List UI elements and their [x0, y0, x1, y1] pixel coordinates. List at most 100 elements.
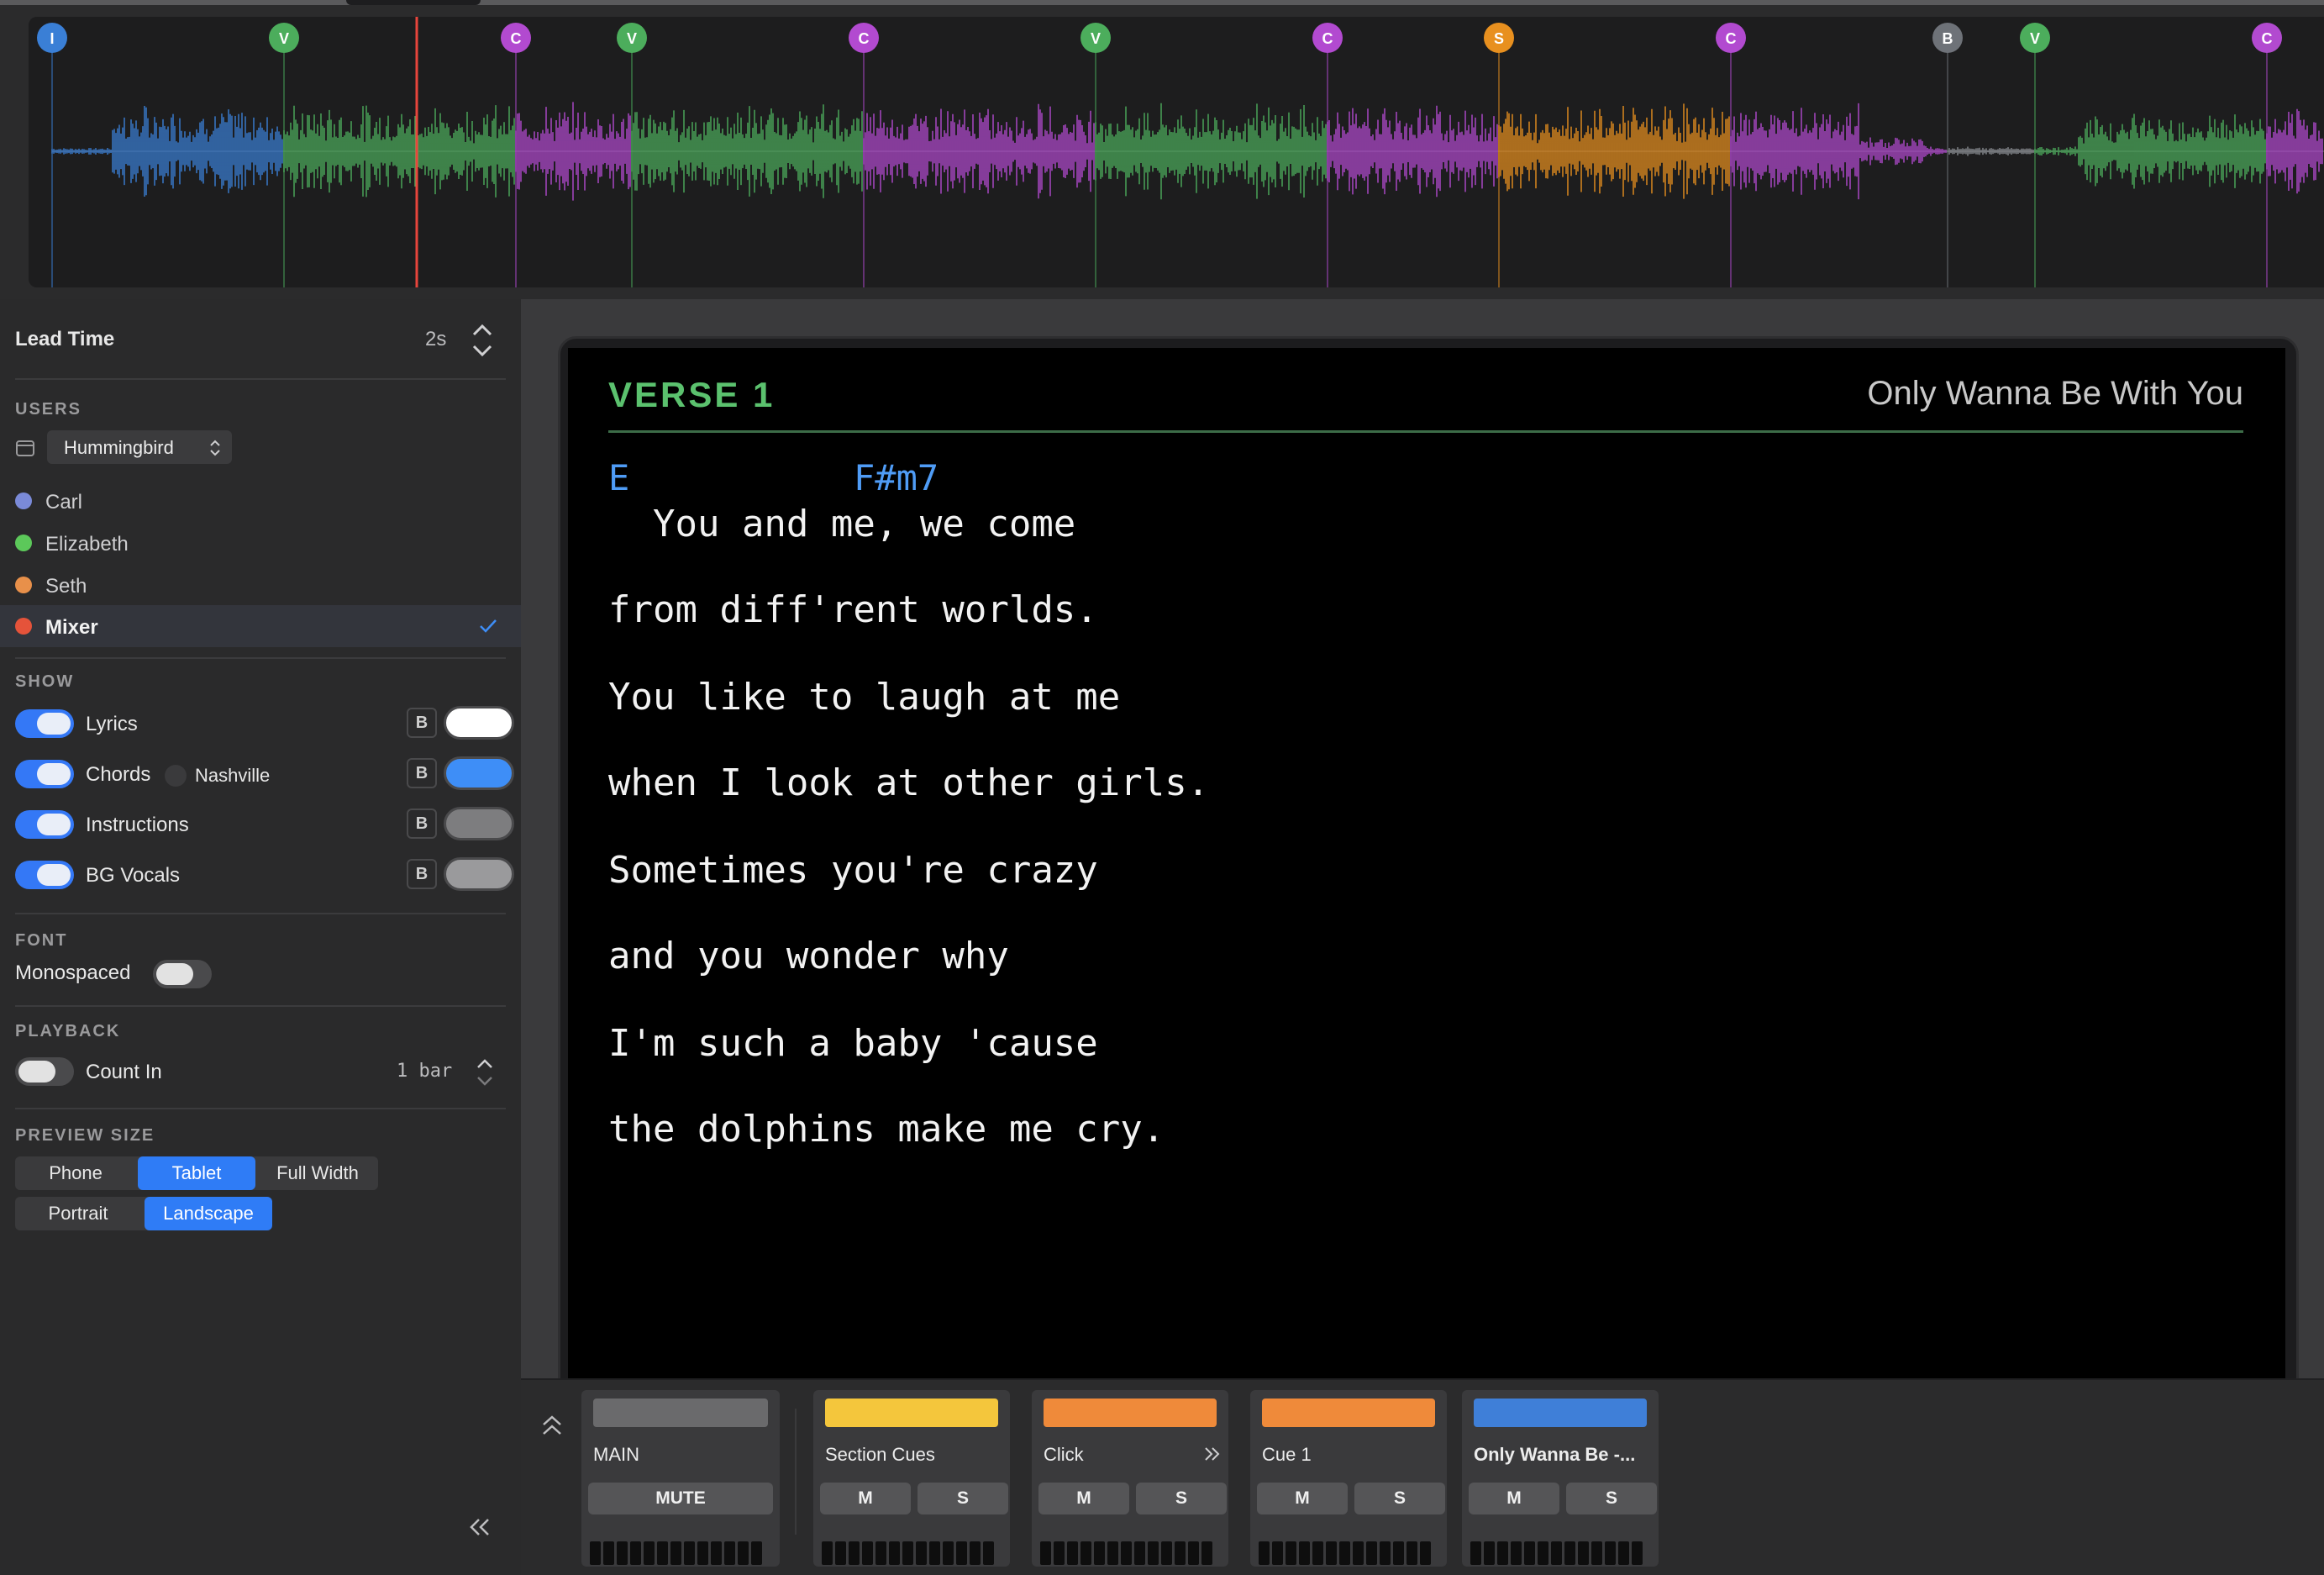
section-marker-letter: C: [511, 30, 522, 47]
instructions-color-swatch[interactable]: [444, 807, 514, 840]
channel-name: MAIN: [593, 1444, 639, 1465]
section-marker-letter: S: [1494, 30, 1504, 47]
divider: [15, 1108, 506, 1109]
channel-click[interactable]: Click M S: [1032, 1390, 1228, 1567]
nashville-label: Nashville: [195, 765, 271, 786]
instructions-bold-button[interactable]: B: [407, 809, 437, 839]
chords-toggle[interactable]: [15, 760, 74, 788]
channel-name: Cue 1: [1262, 1444, 1312, 1465]
user-color-dot: [15, 493, 32, 509]
section-marker-badge[interactable]: V: [269, 23, 299, 53]
section-marker-badge[interactable]: C: [1716, 23, 1746, 53]
channel-section-cues[interactable]: Section Cues M S: [813, 1390, 1010, 1567]
scroll-track[interactable]: [0, 0, 2324, 5]
monospaced-label: Monospaced: [15, 961, 131, 984]
monospaced-toggle[interactable]: [153, 960, 212, 988]
segment-portrait[interactable]: Portrait: [15, 1197, 141, 1230]
bg-vocals-color-swatch[interactable]: [444, 857, 514, 891]
section-marker-badge[interactable]: C: [501, 23, 531, 53]
nashville-checkbox[interactable]: [165, 765, 187, 787]
section-marker-letter: B: [1943, 30, 1953, 47]
user-color-dot: [15, 618, 32, 635]
segment-landscape[interactable]: Landscape: [145, 1197, 272, 1230]
collapse-sidebar-icon[interactable]: [467, 1516, 492, 1543]
level-meter: [590, 1541, 762, 1565]
checkmark-icon: [480, 619, 497, 633]
bg-vocals-bold-button[interactable]: B: [407, 859, 437, 889]
mute-button[interactable]: M: [1257, 1483, 1348, 1514]
level-meter: [1040, 1541, 1212, 1565]
channel-separator: [795, 1409, 797, 1535]
instructions-toggle[interactable]: [15, 810, 74, 839]
mute-button[interactable]: MUTE: [588, 1483, 773, 1514]
mute-button[interactable]: M: [1038, 1483, 1129, 1514]
user-item-mixer[interactable]: Mixer: [0, 605, 521, 647]
lyrics-bold-button[interactable]: B: [407, 708, 437, 738]
user-color-dot: [15, 577, 32, 593]
section-marker-letter: V: [1091, 30, 1101, 47]
segment-phone[interactable]: Phone: [15, 1156, 136, 1190]
lyrics-toggle[interactable]: [15, 709, 74, 738]
lyric-line: I'm such a baby 'cause: [608, 1022, 1098, 1065]
section-marker-badge[interactable]: C: [1312, 23, 1343, 53]
settings-sidebar: Lead Time 2s USERS Hummingbird Carl Eliz…: [0, 299, 521, 1573]
segment-tablet[interactable]: Tablet: [138, 1156, 255, 1190]
user-label: Seth: [45, 575, 87, 598]
instructions-label: Instructions: [86, 814, 189, 836]
select-chevron-icon: [210, 440, 220, 456]
user-label: Carl: [45, 491, 83, 514]
segment-full-width[interactable]: Full Width: [257, 1156, 378, 1190]
waveform-timeline[interactable]: IVCVCVCSCBVC: [0, 0, 2324, 299]
chords-color-swatch[interactable]: [444, 756, 514, 790]
section-marker-badge[interactable]: C: [2252, 23, 2282, 53]
channel-cue-1[interactable]: Cue 1 M S: [1250, 1390, 1447, 1567]
orientation-segmented: Portrait Landscape: [15, 1197, 272, 1230]
level-meter: [1470, 1541, 1643, 1565]
user-item-seth[interactable]: Seth: [0, 565, 521, 605]
user-item-elizabeth[interactable]: Elizabeth: [0, 523, 521, 563]
section-marker-letter: C: [859, 30, 870, 47]
solo-button[interactable]: S: [1566, 1483, 1657, 1514]
section-marker-badge[interactable]: V: [2020, 23, 2050, 53]
expand-mixer-icon[interactable]: [541, 1414, 563, 1443]
channel-song-track[interactable]: Only Wanna Be -... M S: [1462, 1390, 1659, 1567]
channel-main[interactable]: MAIN MUTE: [581, 1390, 780, 1567]
channel-color-bar: [825, 1399, 998, 1427]
users-heading: USERS: [15, 400, 81, 419]
bg-vocals-toggle[interactable]: [15, 861, 74, 889]
section-marker-badge[interactable]: I: [37, 23, 67, 53]
mute-button[interactable]: M: [1469, 1483, 1559, 1514]
lyrics-label: Lyrics: [86, 713, 138, 735]
user-group-select[interactable]: Hummingbird: [47, 430, 232, 464]
section-marker-badge[interactable]: C: [849, 23, 879, 53]
solo-button[interactable]: S: [1354, 1483, 1445, 1514]
chord-label: E: [608, 457, 630, 498]
count-in-label: Count In: [86, 1061, 162, 1083]
channel-name: Only Wanna Be -...: [1474, 1444, 1636, 1465]
mute-button[interactable]: M: [820, 1483, 911, 1514]
section-marker-badge[interactable]: B: [1932, 23, 1963, 53]
divider: [15, 1005, 506, 1007]
chords-bold-button[interactable]: B: [407, 758, 437, 788]
waveform-panel[interactable]: IVCVCVCSCBVC: [29, 17, 2324, 287]
lyrics-color-swatch[interactable]: [444, 706, 514, 740]
section-marker-badge[interactable]: V: [1081, 23, 1111, 53]
scroll-thumb[interactable]: [346, 0, 481, 5]
section-marker-letter: V: [2030, 30, 2040, 47]
section-marker-letter: C: [1726, 30, 1737, 47]
waveform-svg[interactable]: IVCVCVCSCBVC: [29, 17, 2324, 287]
song-title: Only Wanna Be With You: [1867, 375, 2243, 412]
divider: [15, 378, 506, 380]
count-in-toggle[interactable]: [15, 1057, 74, 1086]
forward-chevron-icon[interactable]: [1203, 1446, 1222, 1462]
count-in-stepper[interactable]: [472, 1054, 497, 1091]
section-marker-badge[interactable]: V: [617, 23, 647, 53]
section-marker-badge[interactable]: S: [1484, 23, 1514, 53]
user-item-carl[interactable]: Carl: [0, 481, 521, 521]
lyrics-screen: VERSE 1 Only Wanna Be With You E F#m7 Yo…: [568, 348, 2285, 1378]
lead-time-stepper[interactable]: [467, 318, 497, 363]
solo-button[interactable]: S: [918, 1483, 1008, 1514]
lyric-line: when I look at other girls.: [608, 761, 1210, 804]
section-marker-letter: C: [2262, 30, 2273, 47]
solo-button[interactable]: S: [1136, 1483, 1227, 1514]
